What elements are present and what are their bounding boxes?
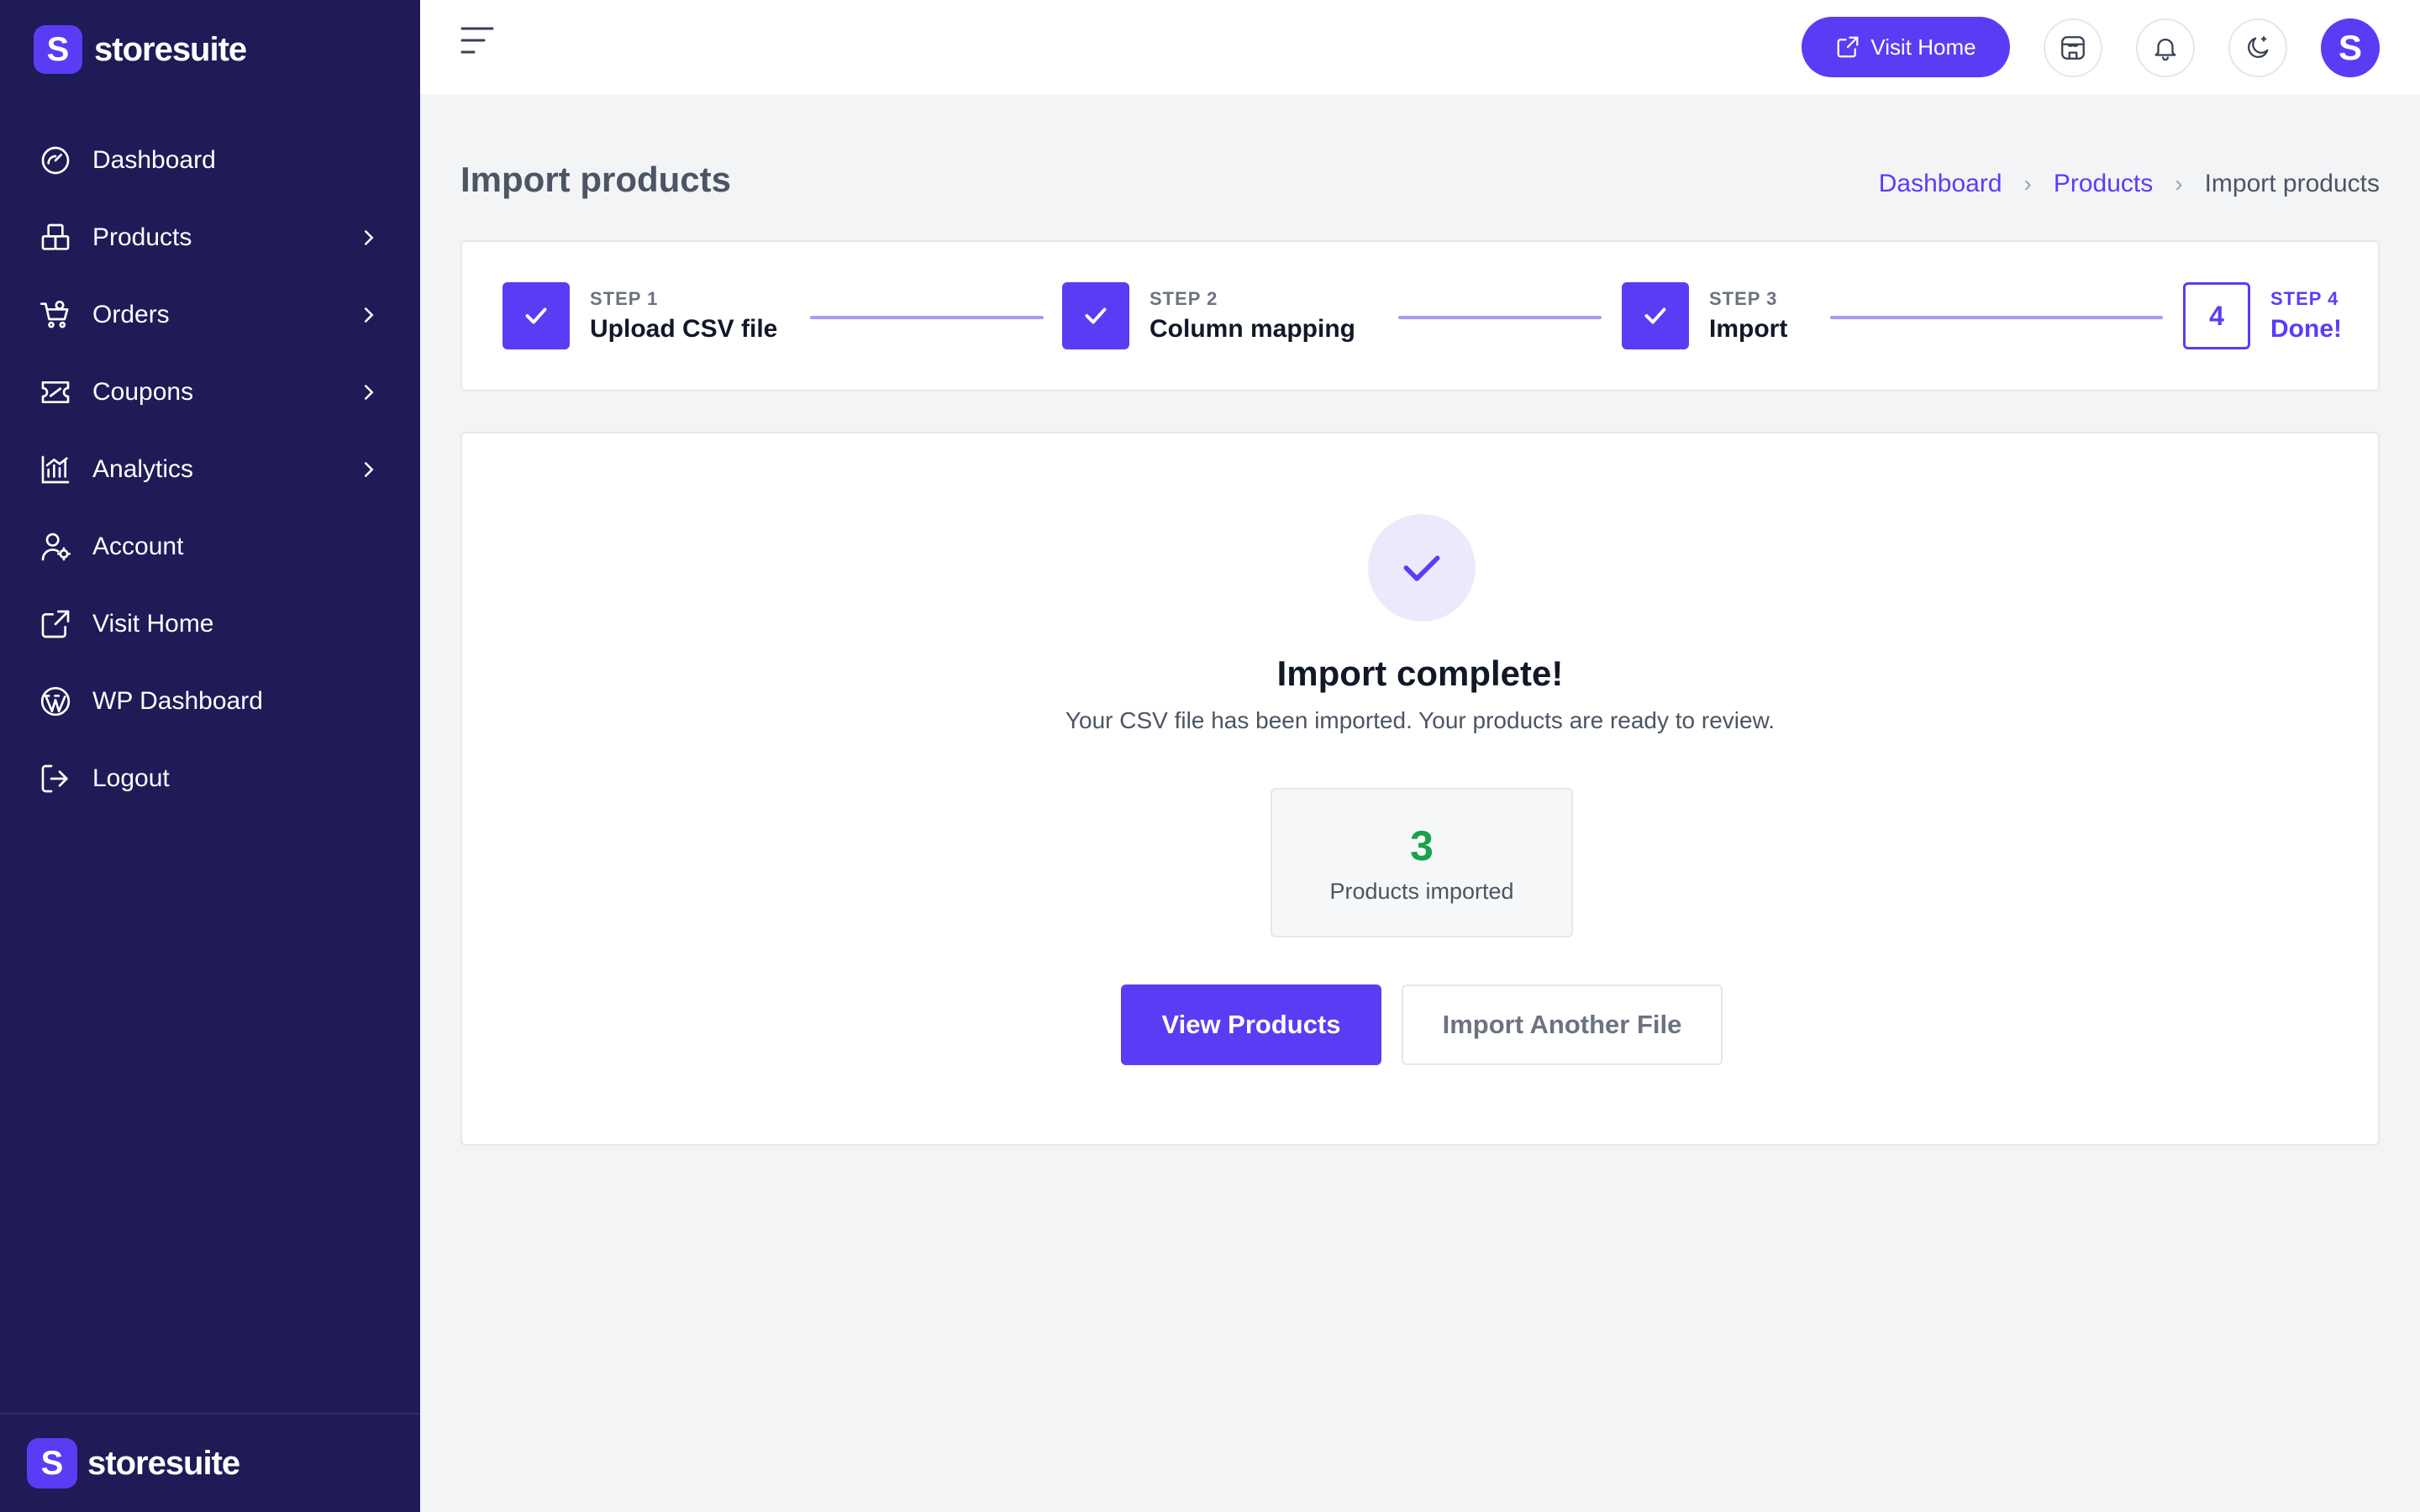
bell-icon [2154,39,2176,61]
step-column-mapping: STEP 2 Column mapping [1062,282,1355,349]
import-stepper: STEP 1 Upload CSV file STEP 2 Column map… [460,240,2380,391]
sidebar-item-dashboard[interactable]: Dashboard [0,122,420,199]
orders-cart-icon [39,298,72,332]
sidebar-item-logout[interactable]: Logout [0,740,420,817]
sidebar-item-label: Logout [92,764,170,792]
step-connector [1398,316,1602,319]
chevron-right-icon [365,462,374,477]
sidebar-item-label: Account [92,533,184,560]
step-complete-check[interactable] [1062,282,1129,349]
user-avatar[interactable]: S [2321,18,2380,77]
sidebar-item-wp-dashboard[interactable]: WP Dashboard [0,663,420,740]
result-subtitle: Your CSV file has been imported. Your pr… [1065,707,1776,733]
brand-logo[interactable]: S storesuite [34,25,247,74]
step-number: STEP 3 [1709,288,1778,309]
breadcrumb-current: Import products [2204,170,2380,197]
step-complete-check[interactable] [1622,282,1689,349]
step-label: Import [1709,315,1788,343]
dark-mode-toggle[interactable] [2228,18,2287,77]
topbar: Visit Home S [420,0,2420,94]
step-connector [810,316,1044,319]
breadcrumb: Dashboard › Products › Import products [1879,170,2380,198]
moon-icon [2248,36,2269,58]
chevron-right-icon [365,385,374,400]
result-title: Import complete! [1276,654,1564,693]
analytics-chart-icon [39,453,72,486]
sidebar: S storesuite Dashboard Products Orders C… [0,0,420,1512]
breadcrumb-dashboard-link[interactable]: Dashboard [1879,170,2002,198]
storefront-button[interactable] [2044,18,2102,77]
brand-name: storesuite [94,30,247,68]
sidebar-item-label: Orders [92,301,170,328]
step-upload-csv: STEP 1 Upload CSV file [502,282,777,349]
sidebar-item-visit-home[interactable]: Visit Home [0,585,420,663]
chevron-right-icon: › [2023,171,2032,197]
account-user-gear-icon [39,530,72,564]
brand-mark-icon: S [27,1438,77,1488]
page-title: Import products [460,160,731,199]
step-complete-check[interactable] [502,282,570,349]
step-done: 4 STEP 4 Done! [2183,282,2342,349]
wordpress-icon [39,685,72,718]
step-number: STEP 4 [2270,288,2339,309]
sidebar-item-coupons[interactable]: Coupons [0,354,420,431]
step-text: STEP 1 Upload CSV file [590,288,777,344]
chevron-right-icon: › [2175,171,2183,197]
breadcrumb-products-link[interactable]: Products [2054,170,2153,198]
app-root: S storesuite Dashboard Products Orders C… [0,0,2420,1512]
sidebar-item-account[interactable]: Account [0,508,420,585]
brand-name: storesuite [87,1444,240,1482]
sidebar-item-label: WP Dashboard [92,687,263,715]
step-connector [1830,316,2163,319]
step-number: STEP 1 [590,288,659,309]
check-icon [525,307,547,324]
sidebar-nav: Dashboard Products Orders Coupons Analyt… [0,122,420,817]
coupon-ticket-icon [39,375,72,409]
sidebar-item-label: Coupons [92,378,194,406]
sidebar-item-analytics[interactable]: Analytics [0,431,420,508]
success-badge [1368,514,1476,622]
step-current-badge[interactable]: 4 [2183,282,2250,349]
menu-toggle-icon[interactable] [459,25,496,59]
check-icon [1085,307,1107,324]
step-text: STEP 2 Column mapping [1150,288,1355,344]
step-label: Column mapping [1150,315,1355,343]
dashboard-gauge-icon [39,144,72,177]
step-text: STEP 3 Import [1709,288,1787,344]
external-link-icon [1838,36,1859,58]
check-icon [1403,555,1440,581]
stat-label: Products imported [1329,878,1514,904]
check-icon [1644,307,1666,324]
view-products-button[interactable]: View Products [1121,984,1381,1065]
sidebar-item-orders[interactable]: Orders [0,276,420,354]
external-link-icon [39,607,72,641]
products-box-icon [39,221,72,255]
sidebar-item-products[interactable]: Products [0,199,420,276]
storefront-icon [2061,36,2085,60]
sidebar-item-label: Analytics [92,455,194,483]
brand-mark-icon: S [34,25,82,74]
import-result-card: Import complete! Your CSV file has been … [460,432,2380,1146]
import-another-file-button[interactable]: Import Another File [1402,984,1723,1065]
visit-home-button[interactable]: Visit Home [1802,17,2010,77]
step-text: STEP 4 Done! [2270,288,2342,344]
sidebar-item-label: Visit Home [92,610,214,638]
visit-home-label: Visit Home [1870,34,1976,60]
step-number: STEP 2 [1150,288,1218,309]
stat-value: 3 [1410,822,1434,869]
chevron-right-icon [365,307,374,323]
chevron-right-icon [365,230,374,245]
logout-icon [39,762,72,795]
notifications-button[interactable] [2136,18,2195,77]
step-import: STEP 3 Import [1622,282,1787,349]
products-imported-stat: 3 Products imported [1270,788,1573,937]
sidebar-footer-brand: S storesuite [0,1413,420,1512]
step-label: Upload CSV file [590,315,778,343]
step-label: Done! [2270,315,2342,343]
sidebar-item-label: Dashboard [92,146,216,174]
sidebar-item-label: Products [92,223,192,251]
